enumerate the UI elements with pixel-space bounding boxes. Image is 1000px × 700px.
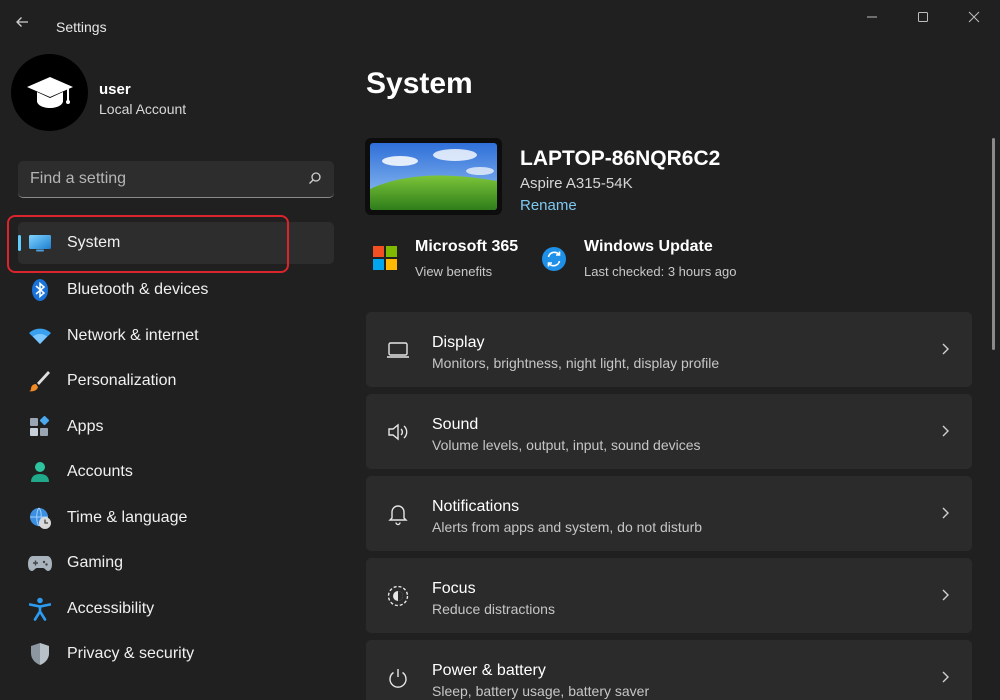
microsoft-logo-icon xyxy=(373,246,399,272)
title-bar: Settings xyxy=(0,0,1000,40)
accessibility-icon xyxy=(28,597,52,621)
sidebar-item-apps[interactable]: Apps xyxy=(18,404,334,450)
sidebar-item-network[interactable]: Network & internet xyxy=(18,313,334,359)
maximize-button[interactable] xyxy=(903,6,943,28)
gamepad-icon xyxy=(28,551,52,575)
chevron-right-icon xyxy=(940,506,950,525)
sidebar-item-time-language[interactable]: Time & language xyxy=(18,495,334,541)
bluetooth-icon xyxy=(28,278,52,302)
chevron-right-icon xyxy=(940,588,950,607)
sidebar-item-label: Network & internet xyxy=(67,326,199,344)
wallpaper-preview xyxy=(370,143,497,210)
page-title: System xyxy=(366,67,473,100)
card-title: Power & battery xyxy=(432,662,546,679)
sidebar-item-system[interactable]: System xyxy=(18,222,334,264)
sidebar-item-label: Privacy & security xyxy=(67,645,195,663)
device-model: Aspire A315-54K xyxy=(520,175,633,192)
card-display[interactable]: Display Monitors, brightness, night ligh… xyxy=(366,312,972,387)
quick-link-title: Microsoft 365 xyxy=(415,238,519,255)
minimize-button[interactable] xyxy=(852,6,892,28)
card-notifications[interactable]: Notifications Alerts from apps and syste… xyxy=(366,476,972,551)
card-title: Display xyxy=(432,334,485,351)
sidebar-item-label: System xyxy=(67,234,121,251)
maximize-icon xyxy=(918,12,928,22)
search-icon[interactable] xyxy=(308,171,322,190)
sidebar-item-label: Accounts xyxy=(67,463,133,481)
graduation-cap-icon xyxy=(26,76,73,108)
sidebar-item-label: Personalization xyxy=(67,372,177,390)
sidebar-item-bluetooth[interactable]: Bluetooth & devices xyxy=(18,268,334,314)
sidebar-nav: System Bluetooth & devices Network & int… xyxy=(18,222,334,677)
card-subtitle: Alerts from apps and system, do not dist… xyxy=(432,519,703,535)
card-title: Sound xyxy=(432,416,479,433)
card-subtitle: Volume levels, output, input, sound devi… xyxy=(432,437,701,453)
brush-icon xyxy=(28,369,52,393)
rename-link[interactable]: Rename xyxy=(520,197,577,214)
search-input[interactable] xyxy=(18,161,298,197)
power-icon xyxy=(386,666,410,690)
shield-icon xyxy=(28,642,52,666)
avatar[interactable] xyxy=(11,54,88,131)
back-button[interactable] xyxy=(14,14,38,38)
quick-link-title: Windows Update xyxy=(584,238,713,255)
globe-clock-icon xyxy=(28,506,52,530)
monitor-icon xyxy=(28,231,52,255)
sidebar-item-personalization[interactable]: Personalization xyxy=(18,359,334,405)
card-power-battery[interactable]: Power & battery Sleep, battery usage, ba… xyxy=(366,640,972,700)
windows-update-icon xyxy=(541,246,567,272)
close-icon xyxy=(968,11,980,23)
card-subtitle: Monitors, brightness, night light, displ… xyxy=(432,355,720,371)
sidebar-item-label: Bluetooth & devices xyxy=(67,281,209,299)
card-focus[interactable]: Focus Reduce distractions xyxy=(366,558,972,633)
card-sound[interactable]: Sound Volume levels, output, input, soun… xyxy=(366,394,972,469)
quick-link-subtitle: Last checked: 3 hours ago xyxy=(584,264,737,279)
sidebar-item-label: Apps xyxy=(67,417,104,435)
card-title: Focus xyxy=(432,580,476,597)
wifi-icon xyxy=(28,324,52,348)
chevron-right-icon xyxy=(940,342,950,361)
sidebar-item-label: Time & language xyxy=(67,508,188,526)
user-name: user xyxy=(99,81,131,98)
settings-list: Display Monitors, brightness, night ligh… xyxy=(366,312,972,700)
minimize-icon xyxy=(867,16,877,18)
sidebar-item-gaming[interactable]: Gaming xyxy=(18,541,334,587)
focus-icon xyxy=(386,584,410,608)
sidebar-item-accessibility[interactable]: Accessibility xyxy=(18,586,334,632)
account-type: Local Account xyxy=(99,101,187,117)
device-name: LAPTOP-86NQR6C2 xyxy=(520,147,721,170)
sidebar-item-accounts[interactable]: Accounts xyxy=(18,450,334,496)
bell-icon xyxy=(386,502,410,526)
card-subtitle: Reduce distractions xyxy=(432,601,555,617)
chevron-right-icon xyxy=(940,424,950,443)
sidebar-item-label: Gaming xyxy=(67,554,124,572)
card-title: Notifications xyxy=(432,498,520,515)
quick-link-subtitle: View benefits xyxy=(415,264,493,279)
app-title: Settings xyxy=(56,19,107,35)
card-subtitle: Sleep, battery usage, battery saver xyxy=(432,683,650,699)
scrollbar[interactable] xyxy=(992,138,995,350)
sidebar-item-label: Accessibility xyxy=(67,599,155,617)
person-icon xyxy=(28,460,52,484)
display-icon xyxy=(386,338,410,362)
apps-icon xyxy=(28,415,52,439)
search-box xyxy=(18,161,334,198)
close-button[interactable] xyxy=(954,6,994,28)
sidebar-item-privacy-security[interactable]: Privacy & security xyxy=(18,632,334,678)
device-thumbnail xyxy=(365,138,502,215)
back-arrow-icon xyxy=(16,17,28,27)
speaker-icon xyxy=(386,420,410,444)
chevron-right-icon xyxy=(940,670,950,689)
